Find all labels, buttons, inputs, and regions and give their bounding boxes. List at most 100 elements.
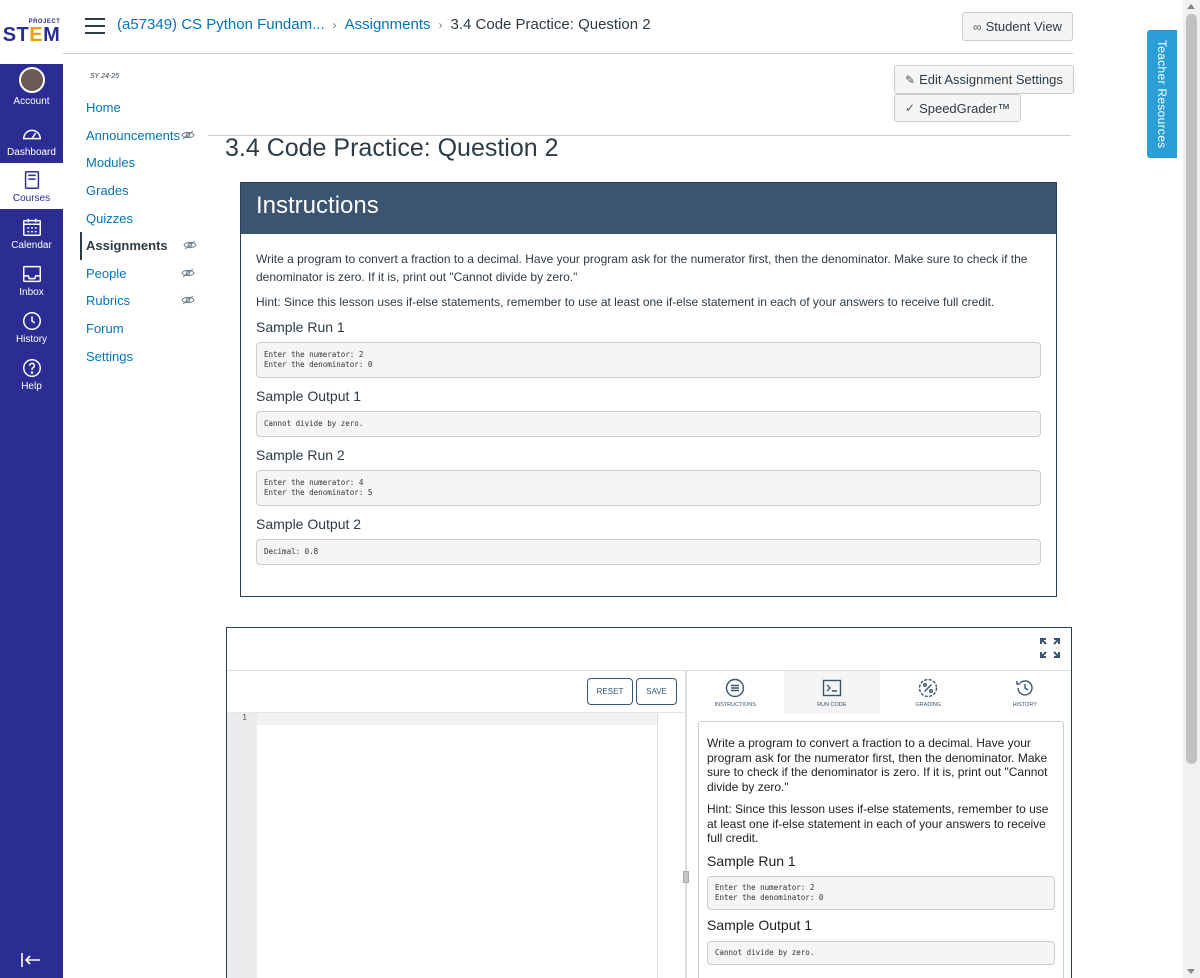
tab-history-label: HISTORY	[1012, 701, 1037, 708]
nav-calendar-label: Calendar	[11, 239, 52, 251]
sample-output-2-title: Sample Output 2	[256, 516, 362, 532]
terminal-icon	[822, 679, 841, 696]
nav-dashboard[interactable]: Dashboard	[0, 117, 63, 163]
course-nav-modules[interactable]: Modules	[80, 149, 205, 177]
course-nav-quizzes[interactable]: Quizzes	[80, 204, 205, 232]
page-scrollbar[interactable]	[1183, 0, 1200, 978]
tab-run-code[interactable]: RUN CODE	[783, 671, 880, 714]
project-stem-logo[interactable]: PROJECT STEM	[0, 0, 63, 64]
nav-help-label: Help	[21, 380, 42, 392]
tab-run-code-label: RUN CODE	[817, 701, 847, 708]
hidden-eye-icon	[181, 268, 195, 277]
sample-run-2-title: Sample Run 2	[256, 447, 345, 463]
breadcrumb: (a57349) CS Python Fundam... › Assignmen…	[117, 16, 651, 33]
course-nav-settings[interactable]: Settings	[80, 342, 205, 370]
sample-output-2-code: Decimal: 0.8	[256, 539, 1041, 565]
instructions-paragraph: Write a program to convert a fraction to…	[256, 252, 1028, 284]
edit-settings-label: Edit Assignment Settings	[919, 72, 1063, 87]
calendar-icon	[22, 218, 41, 236]
hamburger-menu-button[interactable]	[85, 18, 105, 34]
inbox-icon	[22, 265, 41, 282]
panel-instructions-hint: Hint: Since this lesson uses if-else sta…	[707, 802, 1049, 845]
ide-topbar	[227, 628, 1071, 671]
reset-button[interactable]: RESET	[587, 678, 633, 705]
clock-icon	[22, 311, 41, 330]
tab-instructions-label: INSTRUCTIONS	[714, 701, 756, 708]
scroll-down-arrow-icon[interactable]	[1187, 969, 1195, 974]
help-icon	[22, 358, 41, 377]
nav-inbox[interactable]: Inbox	[0, 257, 63, 303]
nav-account[interactable]: Account	[0, 64, 63, 110]
nav-courses-label: Courses	[12, 192, 51, 204]
ide-instructions-panel: Write a program to convert a fraction to…	[698, 721, 1064, 978]
page-header: (a57349) CS Python Fundam... › Assignmen…	[63, 0, 1073, 54]
sample-output-1-code: Cannot divide by zero.	[256, 411, 1041, 437]
student-view-button[interactable]: ∞ Student View	[962, 12, 1073, 41]
active-line-highlight	[257, 713, 657, 725]
nav-history[interactable]: History	[0, 304, 63, 350]
scroll-up-arrow-icon[interactable]	[1187, 4, 1195, 9]
breadcrumb-course-link[interactable]: (a57349) CS Python Fundam...	[117, 16, 325, 33]
nav-account-label: Account	[13, 96, 50, 107]
panel-instructions-paragraph: Write a program to convert a fraction to…	[707, 736, 1048, 794]
pencil-icon: ✎	[905, 72, 916, 87]
course-nav-forum[interactable]: Forum	[80, 315, 205, 343]
course-nav-rubrics[interactable]: Rubrics	[80, 287, 205, 315]
ide-tabs: INSTRUCTIONS RUN CODE GRADING HISTORY	[687, 671, 1072, 714]
hidden-eye-icon	[183, 240, 197, 250]
panel-sample-output-1-code: Cannot divide by zero.	[707, 940, 1055, 965]
breadcrumb-current: 3.4 Code Practice: Question 2	[450, 16, 651, 33]
tab-grading[interactable]: GRADING	[880, 671, 977, 714]
line-number: 1	[242, 713, 247, 722]
code-input-area[interactable]	[257, 713, 657, 978]
instructions-icon	[726, 678, 745, 697]
panel-sample-run-1-code: Enter the numerator: 2 Enter the denomin…	[707, 876, 1055, 910]
course-nav-home[interactable]: Home	[80, 94, 205, 122]
student-view-label: Student View	[985, 19, 1062, 34]
code-editor: RESET SAVE 1	[227, 671, 685, 978]
page-title: 3.4 Code Practice: Question 2	[225, 134, 559, 162]
nav-inbox-label: Inbox	[19, 286, 44, 298]
avatar	[18, 67, 45, 93]
edit-assignment-settings-button[interactable]: ✎ Edit Assignment Settings	[894, 65, 1074, 94]
course-nav: SY 24-25 Home Announcements Modules Grad…	[80, 66, 205, 370]
breadcrumb-assignments-link[interactable]: Assignments	[345, 16, 431, 33]
scrollbar-thumb[interactable]	[1186, 14, 1197, 764]
hidden-eye-icon	[181, 295, 195, 305]
sample-output-1-title: Sample Output 1	[256, 388, 362, 404]
sample-run-1-title: Sample Run 1	[256, 319, 345, 335]
panel-sample-run-1-title: Sample Run 1	[707, 852, 796, 869]
nav-dashboard-label: Dashboard	[7, 146, 56, 158]
teacher-resources-tab[interactable]: Teacher Resources	[1147, 30, 1177, 158]
speedgrader-icon: ✓	[905, 101, 916, 115]
teacher-resources-label: Teacher Resources	[1155, 39, 1169, 149]
code-ide: RESET SAVE 1 INSTRUCTIONS RUN CODE GRADI…	[226, 627, 1072, 978]
global-nav: PROJECT STEM Account Dashboard Courses C…	[0, 0, 63, 978]
tab-instructions[interactable]: INSTRUCTIONS	[687, 671, 784, 714]
print-margin-line	[657, 713, 658, 978]
line-number-gutter: 1	[227, 713, 257, 978]
ide-side-panel: INSTRUCTIONS RUN CODE GRADING HISTORY Wr…	[687, 671, 1072, 978]
courses-icon	[24, 170, 39, 189]
nav-history-label: History	[15, 333, 48, 345]
save-button[interactable]: SAVE	[636, 678, 677, 705]
chevron-right-icon: ›	[438, 17, 443, 32]
course-nav-grades[interactable]: Grades	[80, 177, 205, 205]
instructions-heading: Instructions	[241, 183, 1056, 234]
tab-grading-label: GRADING	[915, 701, 942, 708]
glasses-icon: ∞	[973, 19, 982, 34]
term-label: SY 24-25	[90, 73, 120, 80]
sample-run-1-code: Enter the numerator: 2 Enter the denomin…	[256, 342, 1041, 378]
fullscreen-expand-icon[interactable]	[1040, 638, 1060, 658]
nav-courses[interactable]: Courses	[0, 163, 63, 209]
tab-history[interactable]: HISTORY	[977, 671, 1072, 714]
speedgrader-label: SpeedGrader™	[919, 100, 1011, 116]
course-nav-people[interactable]: People	[80, 260, 205, 288]
course-nav-assignments[interactable]: Assignments	[80, 231, 205, 260]
speedgrader-button[interactable]: ✓ SpeedGrader™	[894, 94, 1022, 122]
instructions-box: Instructions Write a program to convert …	[240, 182, 1057, 597]
nav-help[interactable]: Help	[0, 351, 63, 397]
nav-calendar[interactable]: Calendar	[0, 210, 63, 256]
course-nav-announcements[interactable]: Announcements	[80, 122, 205, 150]
collapse-nav-icon[interactable]	[20, 952, 42, 968]
